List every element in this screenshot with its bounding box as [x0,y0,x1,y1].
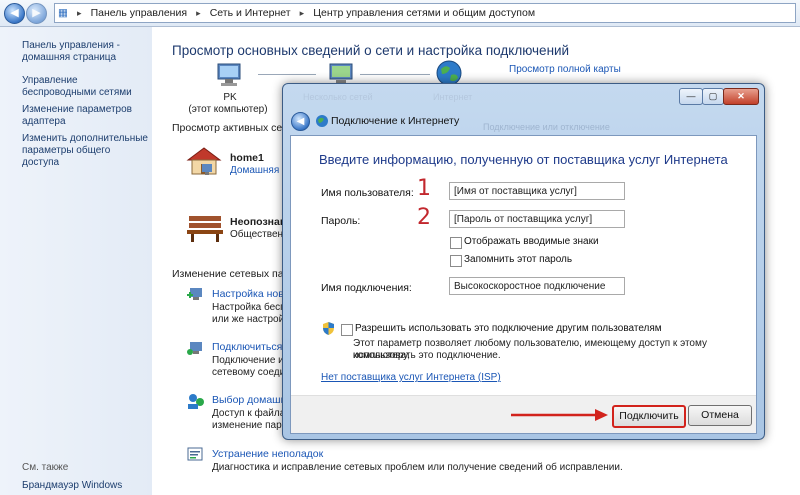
ghost-internet: Интернет [433,92,473,102]
breadcrumb-network-internet[interactable]: Сеть и Интернет [207,4,294,22]
dialog-title: Подключение к Интернету [331,115,460,127]
cancel-button[interactable]: Отмена [688,405,752,426]
network-map-line [258,74,316,75]
network1-type-link[interactable]: Домашняя [230,165,279,176]
ghost-multiple-networks: Несколько сетей [303,92,373,102]
username-input[interactable]: [Имя от поставщика услуг] [449,182,625,200]
dialog-heading: Введите информацию, полученную от постав… [319,152,728,167]
allow-others-label: Разрешить использовать это подключение д… [355,323,662,334]
shield-icon [323,322,334,335]
network1-name: home1 [230,152,264,164]
maximize-button[interactable]: ▢ [702,88,724,105]
connection-icon [202,164,212,175]
breadcrumb-control-panel[interactable]: Панель управления [88,4,190,22]
sidebar-item-adapter[interactable]: Изменение параметров адаптера [22,104,150,128]
back-button[interactable]: ◀ [4,3,25,24]
show-chars-label: Отображать вводимые знаки [464,236,599,247]
password-label: Пароль: [321,215,361,227]
connect-button[interactable]: Подключить [612,405,686,428]
network2-name: Неопознан [230,216,287,228]
breadcrumb-separator-icon: ▸ [299,8,305,18]
see-also-label: См. также [22,462,69,473]
remember-password-label: Запомнить этот пароль [464,254,573,265]
troubleshoot-desc: Диагностика и исправление сетевых пробле… [212,462,623,473]
annotation-number-1: 1 [417,176,431,201]
control-panel-icon: ▦ [58,7,68,19]
close-button[interactable]: ✕ [723,88,759,105]
connection-wizard-icon [316,115,328,127]
breadcrumb-separator-icon: ▸ [196,8,201,18]
dialog-content: Введите информацию, полученную от постав… [290,135,757,434]
minimize-button[interactable]: — [679,88,703,105]
allow-others-checkbox[interactable] [341,324,353,336]
troubleshoot-link[interactable]: Устранение неполадок [212,448,323,460]
show-chars-checkbox[interactable] [450,237,462,249]
network-map-line [360,74,430,75]
new-connection-icon [187,288,202,300]
computer-sub: (этот компьютер) [188,104,268,115]
sidebar: Панель управления - домашняя страница Уп… [0,27,152,495]
breadcrumb-network-center[interactable]: Центр управления сетями и общим доступом [310,4,538,22]
annotation-number-2: 2 [417,205,431,230]
annotation-arrow-icon [511,409,608,421]
address-field[interactable]: ▦ ▸ Панель управления ▸ Сеть и Интернет … [54,3,796,23]
page-title: Просмотр основных сведений о сети и наст… [172,43,570,58]
username-label: Имя пользователя: [321,187,414,199]
bench-icon [187,216,223,242]
sidebar-item-sharing[interactable]: Изменить дополнительные параметры общего… [22,133,150,169]
computer-icon [217,63,241,86]
dialog-back-button[interactable]: ◀ [291,112,310,131]
forward-button[interactable]: ▶ [26,3,47,24]
sidebar-item-firewall[interactable]: Брандмауэр Windows [22,480,122,491]
allow-others-desc2: использовать это подключение. [353,350,501,361]
troubleshoot-icon [187,447,203,461]
password-input[interactable]: [Пароль от поставщика услуг] [449,210,625,228]
connect-network-icon [187,342,202,355]
address-bar-strip: ◀ ▶ ▦ ▸ Панель управления ▸ Сеть и Интер… [0,0,800,27]
internet-connection-dialog: Несколько сетей Интернет Подключение или… [282,83,765,440]
homegroup-link[interactable]: Выбор домашне [212,394,292,406]
network2-type: Обществен [230,229,284,240]
dialog-footer: Подключить Отмена [291,395,756,433]
remember-password-checkbox[interactable] [450,255,462,267]
sidebar-item-control-panel-home[interactable]: Панель управления - домашняя страница [22,40,150,64]
connection-name-label: Имя подключения: [321,282,412,294]
sidebar-item-wireless[interactable]: Управление беспроводными сетями [22,75,150,99]
connect-to-network-link[interactable]: Подключиться к [212,341,290,353]
view-full-map-link[interactable]: Просмотр полной карты [509,64,621,75]
connection-name-input[interactable]: Высокоскоростное подключение [449,277,625,295]
homegroup-icon [188,394,204,409]
active-networks-heading: Просмотр активных сетей [172,122,299,134]
ghost-connect-disconnect: Подключение или отключение [483,122,610,132]
computer-name: PK [223,92,237,103]
no-isp-link[interactable]: Нет поставщика услуг Интернета (ISP) [321,372,501,383]
breadcrumb-separator-icon: ▸ [76,8,82,18]
